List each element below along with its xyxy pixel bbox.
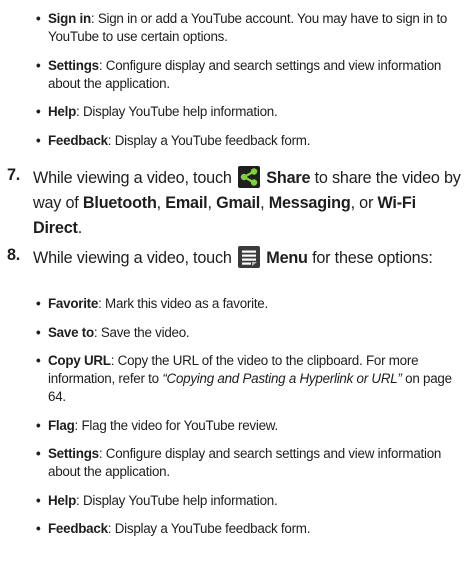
option-description: : Flag the video for YouTube review. xyxy=(74,417,279,433)
share-option-gmail: Gmail xyxy=(216,194,261,212)
list-item: Settings: Configure display and search s… xyxy=(36,445,466,481)
cross-reference-link[interactable]: “Copying and Pasting a Hyperlink or URL” xyxy=(162,371,402,386)
period: . xyxy=(77,219,83,237)
step-trailing-text: for these options: xyxy=(312,249,433,267)
share-option-email: Email xyxy=(165,194,208,212)
option-description: : Display YouTube help information. xyxy=(76,104,278,119)
separator: , xyxy=(260,194,265,212)
option-term: Feedback xyxy=(48,132,108,148)
youtube-options-list: Sign in: Sign in or add a YouTube accoun… xyxy=(36,10,466,160)
step-number: 8. xyxy=(7,246,21,264)
option-term: Copy URL xyxy=(48,353,111,368)
option-description: : Configure display and search settings … xyxy=(48,446,442,479)
option-term: Help xyxy=(48,104,77,119)
list-item: Feedback: Display a YouTube feedback for… xyxy=(36,132,466,150)
separator: , xyxy=(156,194,162,212)
separator: , or xyxy=(350,194,374,212)
option-description: : Display a YouTube feedback form. xyxy=(107,521,311,536)
option-description: : Display YouTube help information. xyxy=(76,492,278,508)
list-item: Help: Display YouTube help information. xyxy=(36,103,466,121)
share-action-label: Share xyxy=(266,169,311,187)
menu-icon xyxy=(237,246,260,268)
option-term: Flag xyxy=(48,417,75,433)
option-term: Sign in xyxy=(48,11,91,26)
list-item: Favorite: Mark this video as a favorite. xyxy=(36,295,466,313)
separator: , xyxy=(207,194,212,212)
option-description: : Configure display and search settings … xyxy=(48,57,442,91)
list-item: Flag: Flag the video for YouTube review. xyxy=(36,417,466,435)
step-number: 7. xyxy=(7,166,21,184)
share-option-bluetooth: Bluetooth xyxy=(82,194,157,212)
list-item: Copy URL: Copy the URL of the video to t… xyxy=(36,352,466,406)
option-term: Settings xyxy=(48,446,99,461)
share-icon xyxy=(237,166,260,188)
list-item: Settings: Configure display and search s… xyxy=(36,57,466,93)
option-term: Save to xyxy=(48,324,94,340)
option-description: : Save the video. xyxy=(93,324,190,340)
share-option-messaging: Messaging xyxy=(268,194,351,212)
list-item: Sign in: Sign in or add a YouTube accoun… xyxy=(36,10,466,46)
video-menu-options-list: Favorite: Mark this video as a favorite.… xyxy=(36,295,466,549)
option-term: Feedback xyxy=(48,521,108,536)
menu-action-label: Menu xyxy=(266,249,308,267)
step-lead-text: While viewing a video, touch xyxy=(33,169,232,187)
option-term: Help xyxy=(48,492,77,508)
option-term: Settings xyxy=(48,57,99,73)
option-term: Favorite xyxy=(48,296,99,311)
option-description: : Display a YouTube feedback form. xyxy=(107,132,311,148)
option-description: : Sign in or add a YouTube account. You … xyxy=(48,11,448,44)
option-description: : Mark this video as a favorite. xyxy=(98,296,268,311)
list-item: Feedback: Display a YouTube feedback for… xyxy=(36,520,466,538)
list-item: Save to: Save the video. xyxy=(36,324,466,342)
manual-page: Sign in: Sign in or add a YouTube accoun… xyxy=(0,0,474,562)
step-text: While viewing a video, touch Share to sh… xyxy=(33,166,469,241)
list-item: Help: Display YouTube help information. xyxy=(36,492,466,510)
step-lead-text: While viewing a video, touch xyxy=(33,249,232,267)
step-text: While viewing a video, touch Menu for th… xyxy=(33,246,469,271)
